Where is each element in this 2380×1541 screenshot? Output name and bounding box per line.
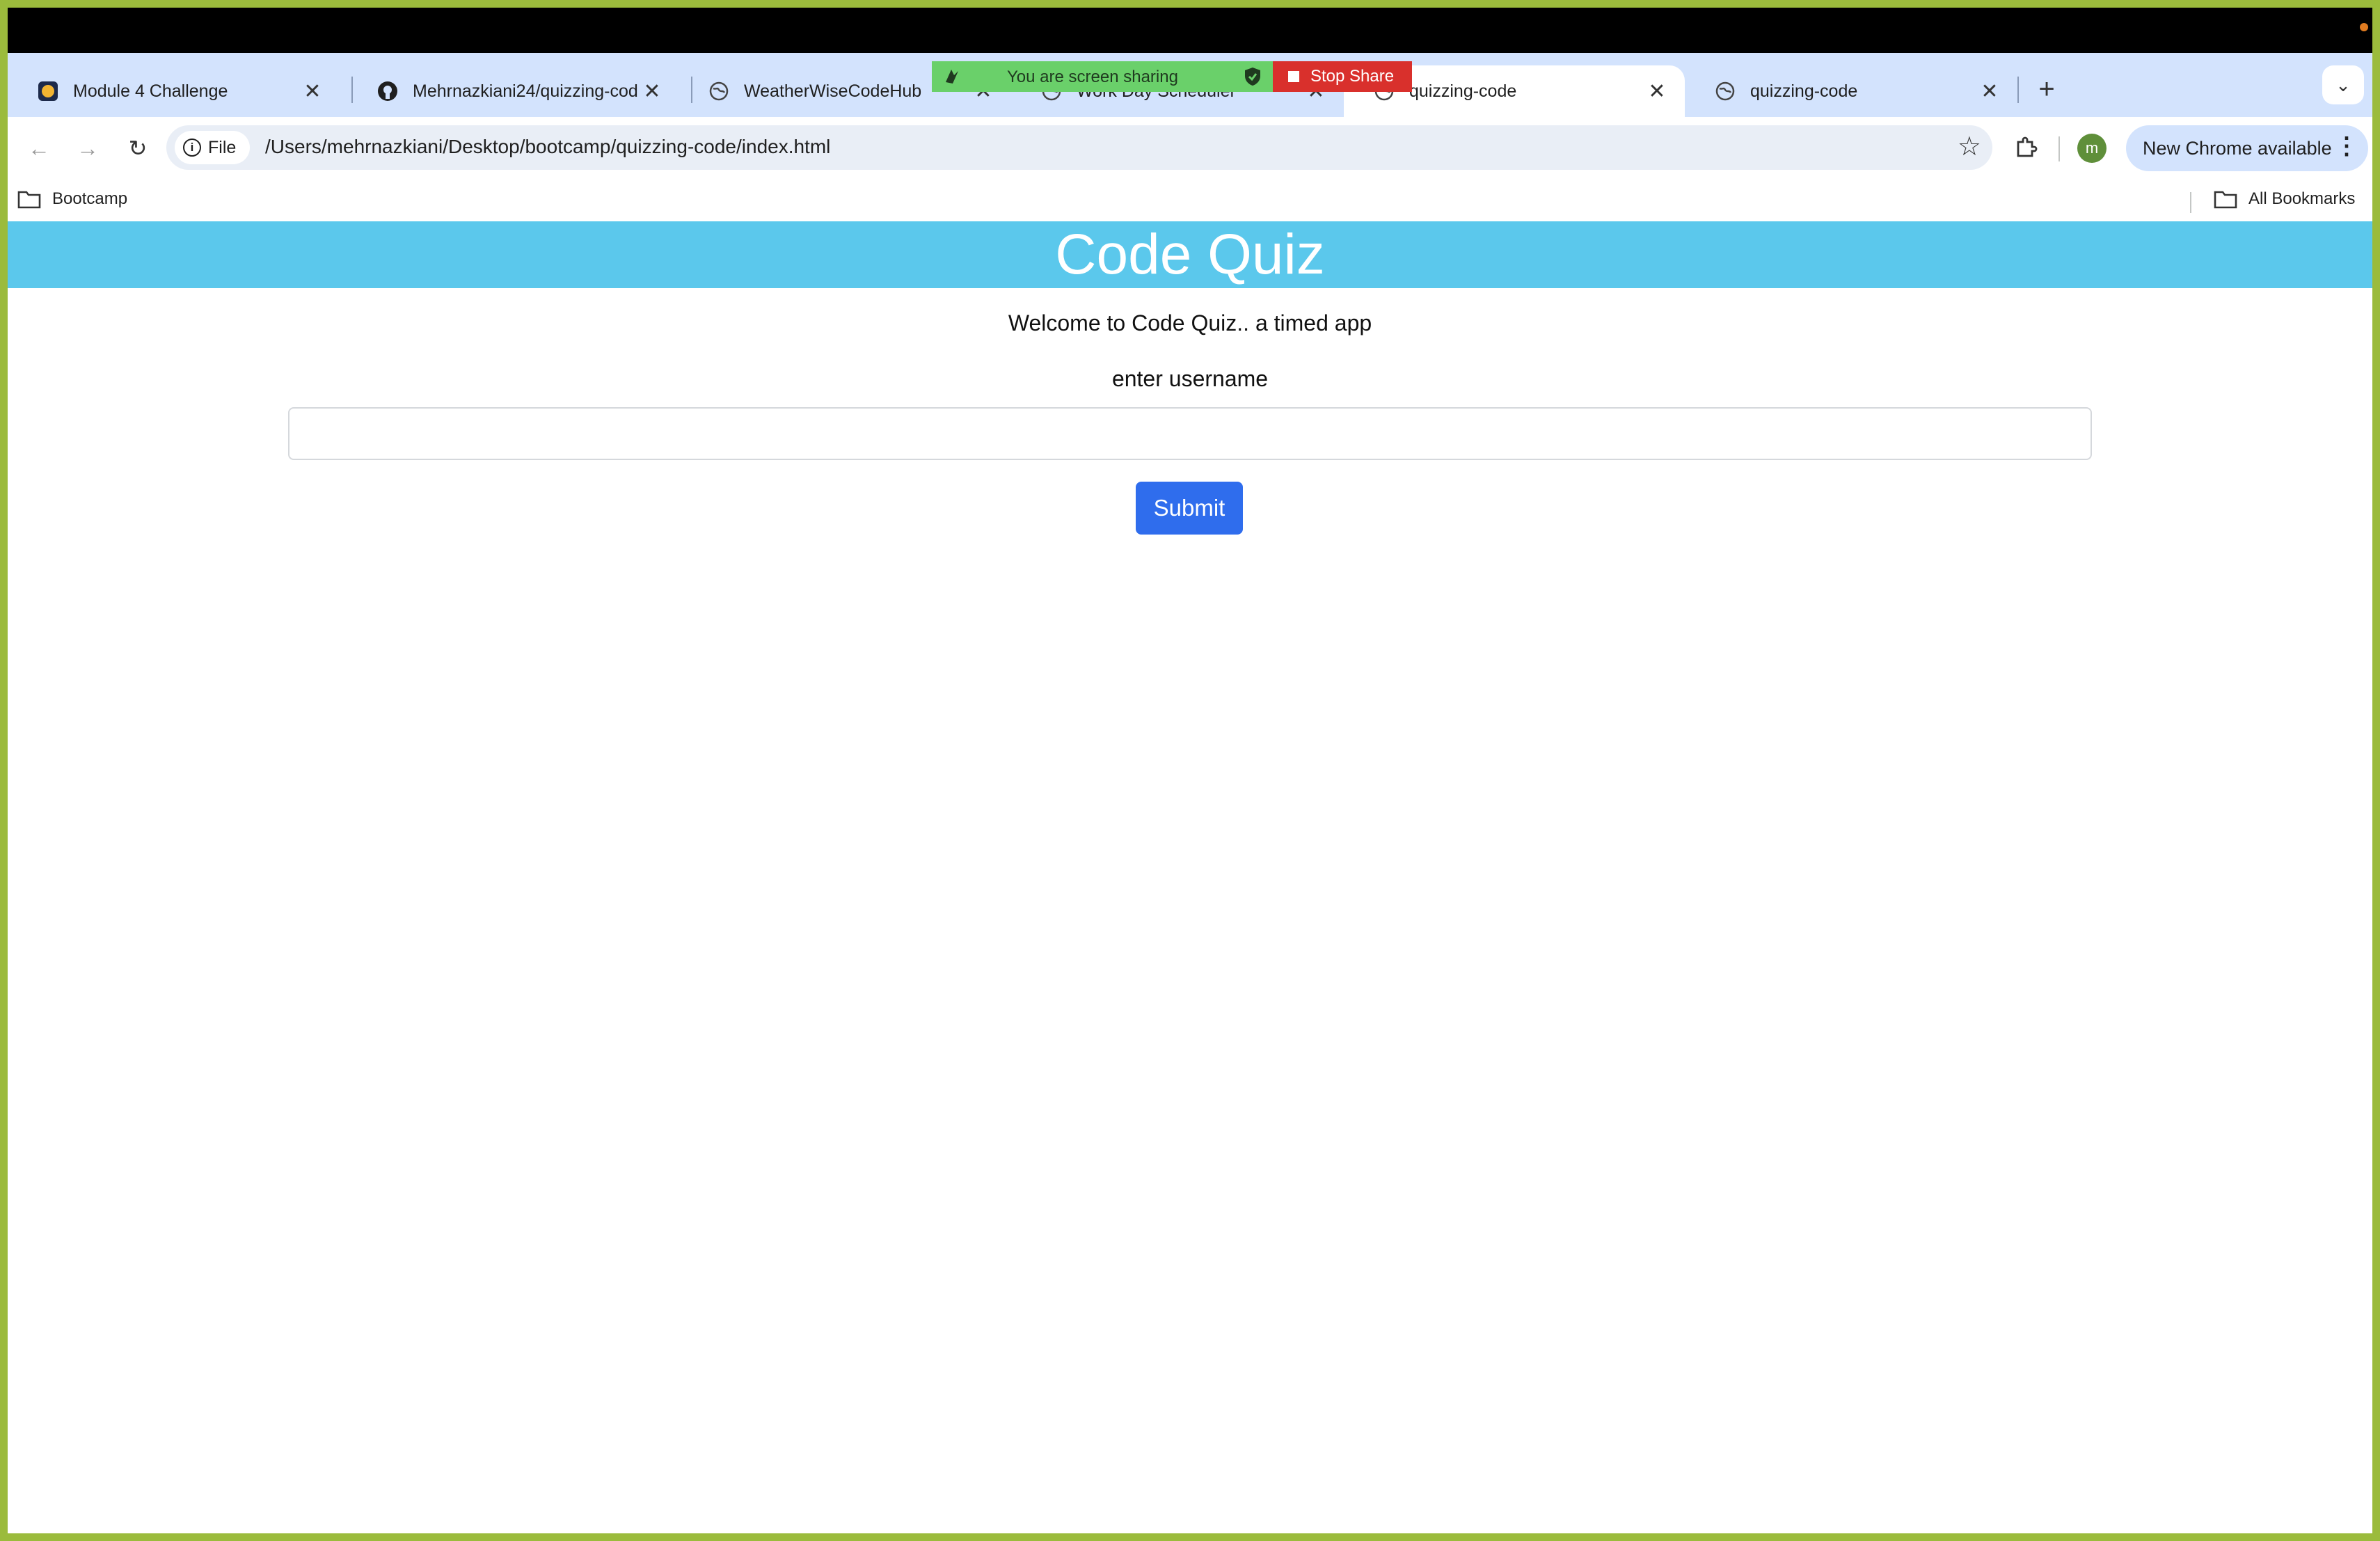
close-icon[interactable]: ✕ [1976, 79, 2004, 104]
browser-toolbar: ← → ↻ i File /Users/mehrnazkiani/Desktop… [8, 117, 2372, 180]
bookmarks-bar: Bootcamp All Bookmarks [8, 180, 2372, 221]
all-bookmarks-label: All Bookmarks [2248, 189, 2356, 208]
bookmark-star-icon[interactable]: ☆ [1958, 131, 1981, 162]
update-label: New Chrome available [2143, 137, 2332, 159]
tab-module-4-challenge[interactable]: Module 4 Challenge ✕ [8, 65, 340, 117]
screen-share-bar: You are screen sharing Stop Share [932, 61, 1412, 92]
tab-title: Mehrnazkiani24/quizzing-code [413, 81, 638, 101]
globe-icon [708, 80, 730, 102]
folder-icon [2214, 191, 2237, 209]
tab-title: Module 4 Challenge [73, 81, 228, 101]
screen-share-notice: You are screen sharing [932, 61, 1273, 92]
back-button[interactable]: ← [22, 131, 56, 166]
submit-button[interactable]: Submit [1136, 482, 1243, 535]
shield-icon [1244, 66, 1262, 92]
more-menu-icon[interactable]: ⋮ [2335, 132, 2358, 160]
tab-title: quizzing-code [1750, 81, 1858, 101]
globe-icon [1714, 80, 1736, 102]
bookmark-folder-bootcamp[interactable]: Bootcamp [17, 189, 127, 209]
tab-strip: Module 4 Challenge ✕ Mehrnazkiani24/quiz… [8, 53, 2372, 117]
forward-button[interactable]: → [70, 131, 105, 166]
github-icon [376, 80, 399, 102]
scheme-label: File [208, 137, 237, 157]
folder-icon [17, 191, 41, 209]
recording-indicator [2360, 23, 2368, 31]
profile-avatar[interactable]: m [2077, 134, 2107, 163]
info-icon: i [183, 139, 201, 157]
reload-button[interactable]: ↻ [120, 131, 155, 166]
bookmarks-separator [2190, 192, 2191, 213]
browser-window: Module 4 Challenge ✕ Mehrnazkiani24/quiz… [8, 8, 2372, 1533]
screen-sharing-label: You are screen sharing [1007, 68, 1178, 86]
toolbar-separator [2058, 136, 2060, 161]
puzzle-icon [2017, 136, 2038, 157]
tab-github-quizzing-code[interactable]: Mehrnazkiani24/quizzing-code ✕ [347, 65, 680, 117]
new-tab-button[interactable]: + [2026, 68, 2068, 110]
close-icon[interactable]: ✕ [638, 79, 666, 104]
stop-share-label: Stop Share [1310, 67, 1395, 86]
address-bar[interactable]: i File /Users/mehrnazkiani/Desktop/bootc… [166, 125, 1992, 170]
close-icon[interactable]: ✕ [1643, 79, 1671, 104]
username-prompt: enter username [1111, 366, 1269, 391]
extensions-button[interactable] [2008, 131, 2043, 166]
new-chrome-available-button[interactable]: New Chrome available ⋮ [2126, 125, 2368, 171]
url-text[interactable]: /Users/mehrnazkiani/Desktop/bootcamp/qui… [265, 136, 830, 158]
tab-quizzing-code[interactable]: quizzing-code ✕ [1685, 65, 2017, 117]
module-favicon-icon [37, 80, 59, 102]
reload-icon: ↻ [128, 136, 148, 161]
chevron-down-icon: ⌄ [2335, 74, 2351, 95]
screen-top-bar [8, 8, 2372, 53]
all-bookmarks-button[interactable]: All Bookmarks [2214, 189, 2355, 209]
welcome-text: Welcome to Code Quiz.. a timed app [1008, 310, 1372, 335]
close-icon[interactable]: ✕ [299, 79, 326, 104]
tab-title: quizzing-code [1409, 81, 1517, 101]
tab-search-button[interactable]: ⌄ [2322, 65, 2364, 104]
arrow-right-icon: → [77, 135, 99, 161]
bookmark-label: Bootcamp [52, 189, 128, 208]
web-page: Code Quiz Welcome to Code Quiz.. a timed… [8, 221, 2372, 1533]
username-input[interactable] [288, 407, 2092, 460]
arrow-left-icon: ← [28, 135, 50, 161]
page-title: Code Quiz [1055, 223, 1325, 286]
tab-separator [2017, 77, 2019, 103]
site-info-chip[interactable]: i File [175, 131, 250, 164]
stop-share-button[interactable]: Stop Share [1273, 61, 1412, 92]
stop-icon [1288, 71, 1299, 82]
header-banner: Code Quiz [8, 221, 2372, 288]
share-app-icon [942, 65, 962, 91]
